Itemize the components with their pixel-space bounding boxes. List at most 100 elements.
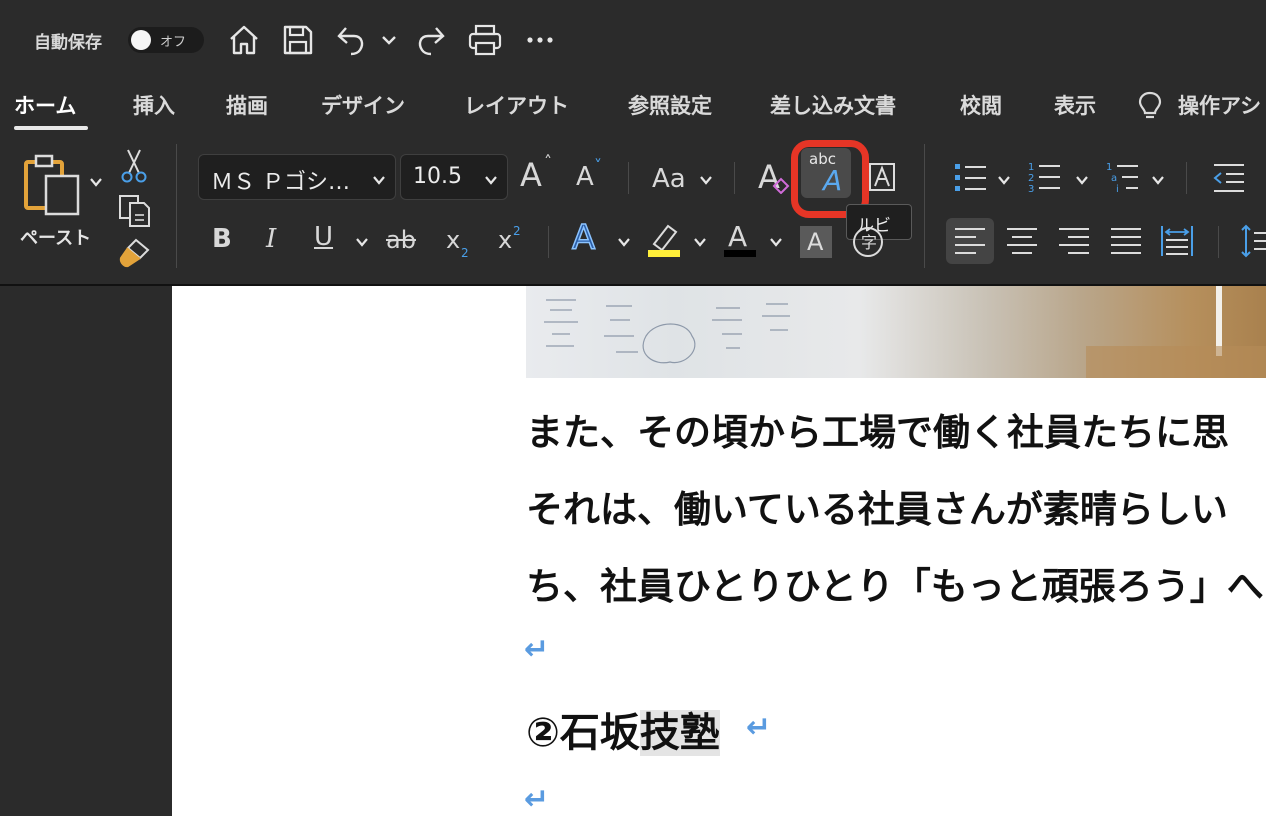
title-bar: 自動保存 オフ <box>0 0 1266 76</box>
justify-icon[interactable] <box>1110 226 1142 256</box>
paragraph-mark: ↵ <box>746 710 772 745</box>
text-effects-button[interactable]: A <box>571 217 596 259</box>
strikethrough-button[interactable]: ab <box>386 226 416 254</box>
font-size-dropdown[interactable]: 10.5 <box>400 154 508 200</box>
align-left-icon[interactable] <box>954 226 986 256</box>
tab-mailings[interactable]: 差し込み文書 <box>770 90 896 120</box>
paragraph-mark: ↵ <box>524 782 550 816</box>
tab-insert[interactable]: 挿入 <box>133 90 175 120</box>
redo-icon[interactable] <box>410 20 450 60</box>
enclose-characters-icon[interactable]: 字 <box>852 226 884 258</box>
paste-dropdown-icon[interactable] <box>88 174 104 190</box>
chevron-down-icon[interactable] <box>768 234 784 250</box>
shrink-font-icon[interactable]: A <box>576 162 594 192</box>
format-painter-icon[interactable] <box>118 236 152 270</box>
align-right-icon[interactable] <box>1058 226 1090 256</box>
eraser-icon <box>772 176 790 194</box>
save-icon[interactable] <box>278 20 318 60</box>
font-name-value: ＭＳ Ｐゴシ… <box>211 170 350 195</box>
character-border-icon[interactable] <box>868 162 896 192</box>
subscript-button[interactable]: x <box>446 226 460 254</box>
chevron-down-icon[interactable] <box>996 172 1012 188</box>
bullets-icon[interactable] <box>954 162 988 194</box>
superscript-mark: 2 <box>513 224 521 238</box>
ribbon-separator <box>924 144 925 268</box>
chevron-down-icon[interactable] <box>698 172 714 188</box>
tab-references[interactable]: 参照設定 <box>628 90 712 120</box>
tab-design[interactable]: デザイン <box>321 90 405 120</box>
svg-text:2: 2 <box>1028 173 1034 184</box>
shading-glyph: A <box>807 228 824 256</box>
svg-text:1: 1 <box>1028 162 1034 173</box>
tab-draw[interactable]: 描画 <box>226 90 268 120</box>
document-line-3[interactable]: ち、社員ひとりひとり「もっと頑張ろう」へと <box>526 556 1266 610</box>
grow-caret: ˄ <box>544 152 552 171</box>
scissors-icon[interactable] <box>120 148 148 184</box>
multilevel-list-icon[interactable]: 1ai <box>1106 160 1140 194</box>
undo-icon[interactable] <box>332 20 372 60</box>
tab-layout[interactable]: レイアウト <box>464 90 569 120</box>
svg-text:a: a <box>1111 173 1117 184</box>
ribbon-tabs: ホーム 挿入 描画 デザイン レイアウト 参照設定 差し込み文書 校閲 表示 操… <box>0 76 1266 132</box>
selected-text[interactable]: 技塾 <box>639 710 720 756</box>
chevron-down-icon[interactable] <box>1074 172 1090 188</box>
underline-button[interactable]: U <box>314 222 333 252</box>
highlighter-icon[interactable] <box>648 222 682 258</box>
chevron-down-icon[interactable] <box>616 234 632 250</box>
tab-view[interactable]: 表示 <box>1054 90 1096 120</box>
change-case-button[interactable]: Aa <box>652 164 686 194</box>
font-color-button[interactable]: A <box>728 220 747 253</box>
shrink-caret: ˅ <box>594 156 602 175</box>
svg-text:1: 1 <box>1106 162 1112 173</box>
ribbon-separator <box>628 162 629 194</box>
tab-review[interactable]: 校閲 <box>960 90 1002 120</box>
line-spacing-icon[interactable] <box>1240 224 1266 258</box>
underline-dropdown-icon[interactable] <box>354 234 370 250</box>
ribbon-separator <box>1186 162 1187 194</box>
chevron-down-icon <box>371 169 387 194</box>
enclose-glyph: 字 <box>861 233 877 252</box>
toggle-state-label: オフ <box>160 35 187 50</box>
subscript-mark: 2 <box>461 246 469 260</box>
heading-ishizaka[interactable]: ②石坂技塾 <box>526 700 720 758</box>
paragraph-mark: ↵ <box>524 632 550 667</box>
document-line-2[interactable]: それは、働いている社員さんが素晴らしい <box>526 479 1228 533</box>
align-center-icon[interactable] <box>1006 226 1038 256</box>
bold-button[interactable]: B <box>212 224 232 254</box>
autosave-toggle[interactable]: オフ <box>128 27 204 53</box>
svg-text:3: 3 <box>1028 184 1034 194</box>
document-margin-area <box>0 286 170 816</box>
chevron-down-icon <box>483 169 499 194</box>
tab-tell-me[interactable]: 操作アシ <box>1178 90 1261 120</box>
lightbulb-icon[interactable] <box>1136 90 1164 122</box>
paste-icon[interactable] <box>20 152 86 218</box>
document-line-1[interactable]: また、その頃から工場で働く社員たちに思 <box>526 402 1229 456</box>
copy-icon[interactable] <box>118 194 152 228</box>
document-photo[interactable] <box>526 286 1266 378</box>
heading-text: ②石坂 <box>526 710 640 756</box>
distributed-icon[interactable] <box>1160 224 1194 258</box>
ribbon-separator <box>176 144 177 268</box>
chevron-down-icon[interactable] <box>1150 172 1166 188</box>
more-icon[interactable] <box>520 20 560 60</box>
ribbon-home: ペースト ＭＳ Ｐゴシ… 10.5 A ˄ A ˅ Aa A abc A ルビ … <box>0 132 1266 284</box>
font-size-value: 10.5 <box>413 164 462 189</box>
undo-dropdown-icon[interactable] <box>374 20 404 60</box>
home-icon[interactable] <box>224 20 264 60</box>
numbering-icon[interactable]: 123 <box>1028 160 1062 194</box>
active-tab-indicator <box>14 126 88 130</box>
font-name-dropdown[interactable]: ＭＳ Ｐゴシ… <box>198 154 396 200</box>
print-icon[interactable] <box>465 20 505 60</box>
italic-button[interactable]: I <box>266 224 276 254</box>
chevron-down-icon[interactable] <box>692 234 708 250</box>
superscript-button[interactable]: x <box>498 226 512 254</box>
decrease-indent-icon[interactable] <box>1212 162 1246 194</box>
ribbon-separator <box>734 162 735 194</box>
svg-text:i: i <box>1116 184 1119 194</box>
character-shading-button[interactable]: A <box>800 226 832 258</box>
font-color-bar <box>724 250 756 257</box>
toggle-knob <box>131 30 151 50</box>
tab-home[interactable]: ホーム <box>14 90 76 120</box>
grow-font-icon[interactable]: A <box>520 156 542 194</box>
autosave-label: 自動保存 <box>34 33 102 53</box>
